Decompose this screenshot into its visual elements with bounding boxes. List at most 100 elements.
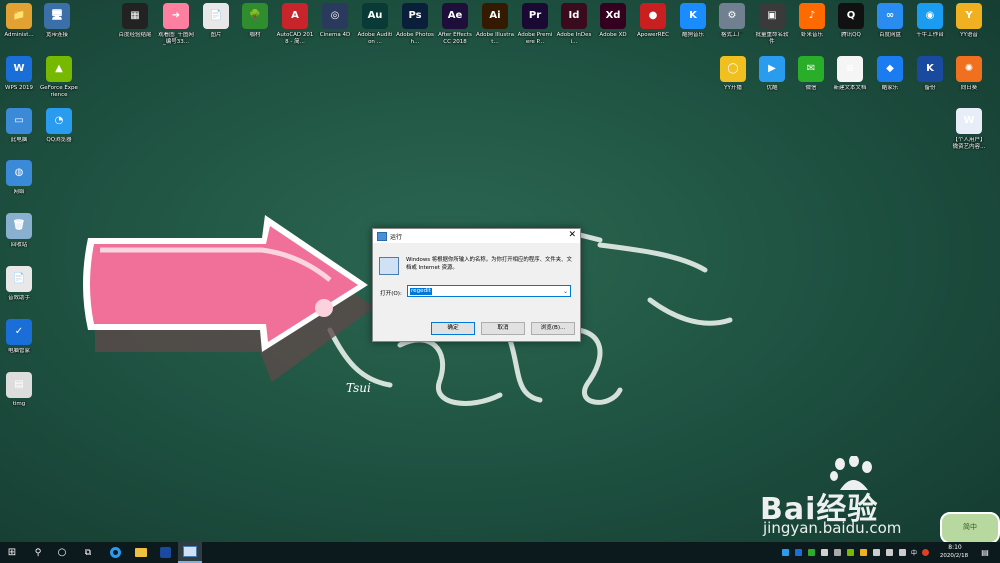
tray-nvidia-icon[interactable] <box>847 549 854 556</box>
app-icon: ▶ <box>759 56 785 82</box>
desktop-icon[interactable]: 📁 Administ... <box>0 3 38 51</box>
desktop-icon[interactable]: Q 腾讯QQ <box>832 3 870 51</box>
ok-button[interactable]: 确定 <box>431 322 475 335</box>
desktop-icon[interactable]: Ae After Effects CC 2018 <box>436 3 474 51</box>
app-icon: ✉ <box>798 56 824 82</box>
tray-app-icon[interactable] <box>834 549 841 556</box>
tray-app-icon[interactable] <box>886 549 893 556</box>
app-icon: ⚙ <box>719 3 745 29</box>
desktop-icon[interactable]: 🗑 回收站 <box>0 213 38 261</box>
desktop-icon-label: 向日葵 <box>960 85 978 91</box>
browser-taskbar-icon[interactable] <box>104 542 126 563</box>
notification-icon[interactable]: ▤ <box>976 542 994 563</box>
volume-icon[interactable] <box>899 549 906 556</box>
desktop-icon-label: 回收站 <box>10 242 28 248</box>
run-taskbar-icon[interactable] <box>178 542 202 563</box>
chevron-down-icon[interactable]: ⌄ <box>563 288 568 295</box>
desktop-icon[interactable]: ∞ 百度网盘 <box>871 3 909 51</box>
app-icon: 🌳 <box>242 3 268 29</box>
desktop-icon[interactable]: ▦ 百度经验结尾 <box>116 3 154 51</box>
desktop-icon-label: Adobe Illustrat... <box>476 32 514 45</box>
desktop-icon[interactable]: ▲ GeForce Experience <box>40 56 78 104</box>
desktop-icon[interactable]: ▭ 此电脑 <box>0 108 38 156</box>
desktop-icon[interactable]: W 【个人用户】微资艺内容... <box>950 108 988 156</box>
desktop-icon[interactable]: Ai Adobe Illustrat... <box>476 3 514 51</box>
tray-app-icon[interactable] <box>821 549 828 556</box>
ime-indicator[interactable]: 中 <box>908 542 920 563</box>
desktop-icon[interactable]: ▶ 优酷 <box>753 56 791 104</box>
search-icon[interactable]: ⚲ <box>28 542 48 563</box>
desktop-icon[interactable]: ✓ 电脑管家 <box>0 319 38 367</box>
tray-app-icon[interactable] <box>922 549 929 556</box>
app-icon: W <box>6 56 32 82</box>
desktop-icon[interactable]: ◉ 千牛工作台 <box>911 3 949 51</box>
desktop-icon[interactable]: W WPS 2019 <box>0 56 38 104</box>
desktop-icon-label: Cinema 4D <box>319 32 351 38</box>
desktop-icon[interactable]: 📄 音效助手 <box>0 266 38 314</box>
desktop-icon[interactable]: 🌳 咖村 <box>236 3 274 51</box>
desktop-icon[interactable]: ⚙ 格式工厂 <box>713 3 751 51</box>
run-app-icon <box>377 232 387 241</box>
app-taskbar-icon[interactable] <box>154 542 176 563</box>
desktop-icon[interactable]: Xd Adobe XD <box>594 3 632 51</box>
browse-button[interactable]: 浏览(B)... <box>531 322 575 335</box>
desktop-icon[interactable]: Au Adobe Audition ... <box>356 3 394 51</box>
cancel-button[interactable]: 取消 <box>481 322 525 335</box>
desktop-icon[interactable]: ◆ 酷家乐 <box>871 56 909 104</box>
desktop-icon[interactable]: ◍ 网络 <box>0 160 38 208</box>
tray-shield-icon[interactable] <box>795 549 802 556</box>
desktop-icon[interactable]: ◎ Cinema 4D <box>316 3 354 51</box>
file-explorer-icon[interactable] <box>130 542 152 563</box>
desktop-icon[interactable]: ▣ 批量重命名软件 <box>753 3 791 51</box>
desktop-icon[interactable]: ✉ 微信 <box>792 56 830 104</box>
tray-app-icon[interactable] <box>860 549 867 556</box>
app-icon: W <box>956 108 982 134</box>
run-command-input[interactable]: regedit ⌄ <box>407 285 571 297</box>
desktop-icon[interactable]: ◔ QQ浏览器 <box>40 108 78 156</box>
desktop-icon-label: 备份 <box>924 85 936 91</box>
ime-badge[interactable]: 简中 <box>940 512 1000 544</box>
desktop-icon-label: 微信 <box>805 85 817 91</box>
desktop-icon[interactable]: ✺ 向日葵 <box>950 56 988 104</box>
desktop-icon[interactable]: A AutoCAD 2018 - 简... <box>276 3 314 51</box>
tray-app-icon[interactable] <box>782 549 789 556</box>
app-icon: 📄 <box>6 266 32 292</box>
desktop-icon[interactable]: ▤ timg <box>0 372 38 420</box>
desktop-icon[interactable]: K 备份 <box>911 56 949 104</box>
clock-date[interactable]: 2020/2/18 <box>936 553 972 559</box>
desktop-icon-label: 图片 <box>210 32 222 38</box>
cortana-icon[interactable]: ○ <box>52 542 72 563</box>
desktop-icon[interactable]: 🖥 宽带连接 <box>38 3 76 51</box>
desktop-icon-label: AutoCAD 2018 - 简... <box>276 32 314 45</box>
desktop-icon[interactable]: Y YY语音 <box>950 3 988 51</box>
desktop-icon[interactable]: Pr Adobe Premiere P... <box>516 3 554 51</box>
run-dialog-titlebar[interactable]: 运行 ✕ <box>373 229 580 243</box>
watermark-url: jingyan.baidu.com <box>763 519 902 537</box>
desktop-icon-label: 【个人用户】微资艺内容... <box>952 137 986 150</box>
app-icon: Y <box>956 3 982 29</box>
desktop-icon[interactable]: ➜ 观看图_千图网_编号33... <box>157 3 195 51</box>
desktop-icon[interactable]: ♪ 虾米音乐 <box>793 3 831 51</box>
clock-time[interactable]: 8:10 <box>944 544 966 551</box>
desktop-icon-label: 酷狗音乐 <box>681 32 704 38</box>
desktop-icon-label: 腾讯QQ <box>841 32 861 38</box>
app-icon: Pr <box>522 3 548 29</box>
desktop-icon[interactable]: Id Adobe InDesi... <box>555 3 593 51</box>
tray-wechat-icon[interactable] <box>808 549 815 556</box>
desktop-icon[interactable]: 📄 图片 <box>197 3 235 51</box>
desktop-icon[interactable]: K 酷狗音乐 <box>674 3 712 51</box>
close-button[interactable]: ✕ <box>568 230 576 241</box>
desktop-icon[interactable]: ◯ YY开播 <box>714 56 752 104</box>
app-icon: 🗑 <box>6 213 32 239</box>
app-icon: A <box>282 3 308 29</box>
start-button[interactable]: ⊞ <box>0 542 24 563</box>
desktop-icon[interactable]: ● ApowerREC <box>634 3 672 51</box>
desktop-icon[interactable]: ≡ 新建文本文档 <box>831 56 869 104</box>
app-icon: ∞ <box>877 3 903 29</box>
run-command-value[interactable]: regedit <box>410 288 432 295</box>
desktop-icon[interactable]: Ps Adobe Photosh... <box>396 3 434 51</box>
app-icon: Id <box>561 3 587 29</box>
tray-network-icon[interactable] <box>873 549 880 556</box>
app-icon: Ps <box>402 3 428 29</box>
task-view-icon[interactable]: ⧉ <box>78 542 98 563</box>
